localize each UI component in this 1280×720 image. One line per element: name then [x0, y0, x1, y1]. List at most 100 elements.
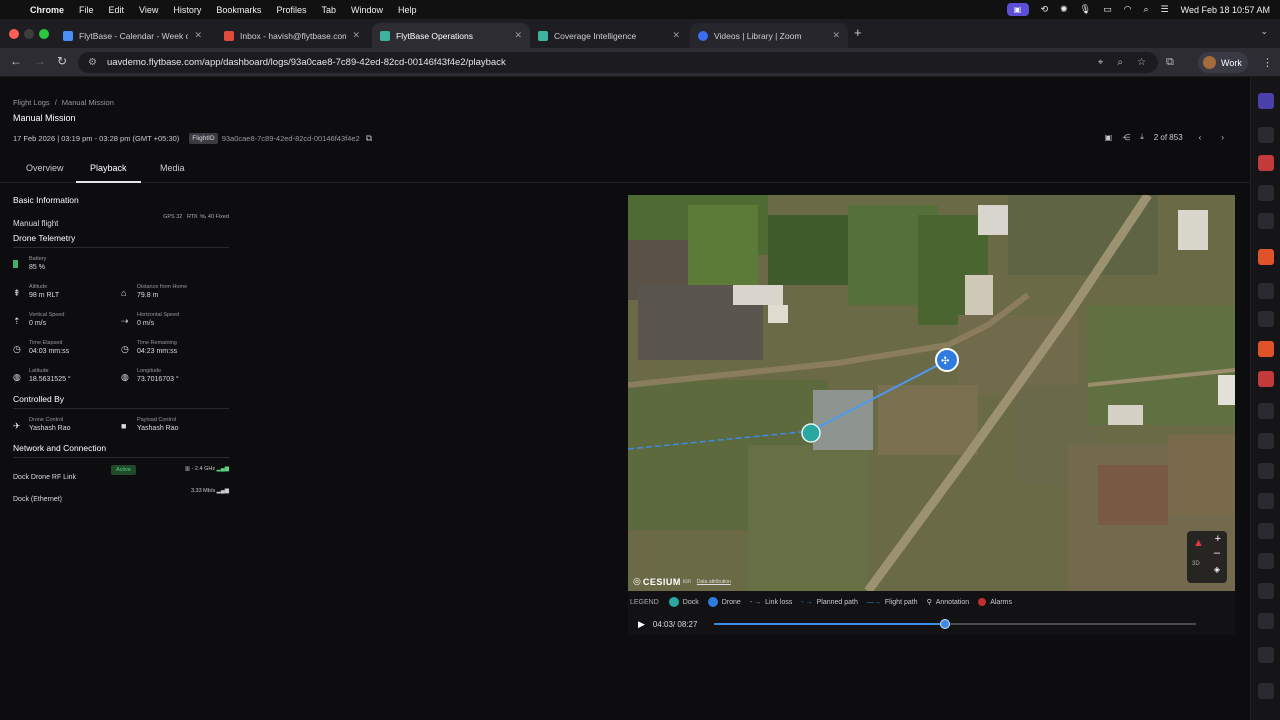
wifi-icon[interactable]: ◠ — [1124, 4, 1132, 15]
close-tab-icon[interactable]: ✕ — [352, 30, 360, 41]
clock-icon: ◷ — [121, 344, 129, 354]
menu-view[interactable]: View — [139, 5, 158, 15]
drone-icon — [707, 597, 718, 607]
app-icon[interactable] — [1258, 683, 1274, 699]
battery-icon[interactable]: ▭ — [1103, 4, 1112, 15]
mic-icon[interactable]: 🎙 — [1080, 4, 1091, 15]
download-icon[interactable]: ⤓ — [1140, 132, 1144, 142]
menu-bookmarks[interactable]: Bookmarks — [216, 5, 261, 15]
app-icon[interactable] — [1258, 93, 1274, 109]
new-tab-button[interactable]: + — [854, 25, 862, 40]
gmail-icon — [224, 30, 234, 41]
flytbase-icon — [380, 30, 390, 41]
app-icon[interactable] — [1258, 283, 1274, 299]
menu-history[interactable]: History — [173, 5, 201, 15]
clock[interactable]: Wed Feb 18 10:57 AM — [1181, 5, 1270, 15]
browser-toolbar: ← → ↻ ⚙ uavdemo.flytbase.com/app/dashboa… — [0, 48, 1280, 77]
prev-log-button[interactable]: ‹ — [1199, 133, 1202, 142]
control-center-icon[interactable]: ☰ — [1161, 4, 1169, 15]
app-icon[interactable] — [1258, 311, 1274, 327]
profile-button[interactable]: Work — [1198, 52, 1248, 73]
search-icon[interactable]: ⌕ — [1143, 4, 1148, 15]
notification-icon[interactable] — [1258, 155, 1274, 171]
app-icon[interactable] — [1258, 127, 1274, 143]
zoom-lens-icon[interactable]: ⌕ — [1117, 57, 1123, 68]
close-tab-icon[interactable]: ✕ — [514, 30, 522, 41]
close-window-button[interactable] — [9, 29, 19, 39]
scrubber-handle[interactable] — [940, 619, 951, 629]
app-icon[interactable] — [1258, 463, 1274, 479]
app-icon[interactable] — [1258, 185, 1274, 201]
app-icon[interactable] — [1258, 553, 1274, 569]
close-tab-icon[interactable]: ✕ — [832, 30, 840, 41]
tab-calendar[interactable]: FlytBase - Calendar - Week o ✕ — [55, 23, 210, 48]
drone-control-value: Yashash Rao — [29, 425, 71, 432]
maximize-window-button[interactable] — [39, 29, 49, 39]
breadcrumb-flight-logs[interactable]: Flight Logs — [13, 98, 50, 107]
tab-zoom[interactable]: Videos | Library | Zoom ✕ — [690, 23, 848, 48]
layers-icon[interactable]: ◈ — [1214, 565, 1220, 574]
menu-window[interactable]: Window — [351, 5, 383, 15]
zoom-in-button[interactable]: + — [1215, 533, 1221, 545]
legend-drone: Drone — [707, 597, 741, 607]
share-icon[interactable]: ⋲ — [1122, 133, 1130, 142]
tab-overview[interactable]: Overview — [26, 163, 64, 173]
app-icon[interactable] — [1258, 583, 1274, 599]
menu-profiles[interactable]: Profiles — [276, 5, 306, 15]
menu-tab[interactable]: Tab — [321, 5, 336, 15]
app-icon[interactable] — [1258, 493, 1274, 509]
menu-file[interactable]: File — [79, 5, 94, 15]
app-icon[interactable] — [1258, 213, 1274, 229]
chrome-menu-icon[interactable]: ⋮ — [1262, 56, 1273, 69]
reload-button[interactable]: ↻ — [57, 54, 67, 68]
address-bar[interactable]: ⚙ uavdemo.flytbase.com/app/dashboard/log… — [78, 52, 1158, 73]
page-title: Manual Mission — [13, 113, 76, 123]
tab-search-icon[interactable]: ⌄ — [1260, 26, 1268, 37]
forward-button[interactable]: → — [34, 54, 46, 68]
save-icon[interactable]: ▣ — [1105, 133, 1113, 142]
drone-control-icon: ✈ — [13, 421, 21, 431]
alert-icon[interactable] — [1258, 249, 1274, 265]
app-icon[interactable] — [1258, 523, 1274, 539]
ethernet-row: Dock (Ethernet) 3.33 Mb/s ▂▄▆ — [13, 488, 229, 508]
app-icon[interactable] — [1258, 403, 1274, 419]
close-tab-icon[interactable]: ✕ — [194, 30, 202, 41]
app-icon[interactable] — [1258, 433, 1274, 449]
sync-icon[interactable]: ⟲ — [1041, 4, 1049, 15]
play-button[interactable]: ▶ — [638, 619, 645, 630]
compass-icon[interactable]: ▲ — [1193, 537, 1204, 549]
tab-media[interactable]: Media — [160, 163, 185, 173]
legend-title: LEGEND — [630, 598, 659, 606]
next-log-button[interactable]: › — [1221, 133, 1224, 142]
extensions-icon[interactable]: ⧉ — [1166, 56, 1174, 69]
minimize-window-button[interactable] — [24, 29, 34, 39]
brightness-icon[interactable]: ✺ — [1060, 4, 1068, 15]
app-icon[interactable] — [1258, 613, 1274, 629]
menu-edit[interactable]: Edit — [109, 5, 125, 15]
ethernet-value: 3.33 Mb/s — [190, 488, 216, 494]
playback-time: 04:03/ 08:27 — [652, 619, 698, 629]
copy-icon[interactable]: ⧉ — [366, 133, 372, 144]
tab-playback[interactable]: Playback — [90, 163, 127, 173]
tab-gmail[interactable]: Inbox - havish@flytbase.com ✕ — [216, 23, 368, 48]
fire-icon[interactable] — [1258, 341, 1274, 357]
record-icon[interactable] — [1258, 371, 1274, 387]
site-info-icon[interactable]: ⚙ — [88, 57, 97, 68]
menu-app[interactable]: Chrome — [30, 5, 64, 15]
playback-scrubber[interactable] — [714, 619, 1196, 629]
map-view[interactable]: ✣ ◎ CESIUM ion Data attribution ▲ + – 3D… — [628, 195, 1235, 591]
data-attribution-link[interactable]: Data attribution — [697, 579, 731, 585]
zoom-out-button[interactable]: – — [1214, 547, 1220, 559]
dock-marker[interactable] — [801, 423, 821, 443]
tab-coverage-intelligence[interactable]: Coverage Intelligence ✕ — [530, 23, 688, 48]
bookmark-star-icon[interactable]: ☆ — [1137, 57, 1146, 68]
screen-share-icon[interactable]: ▣ — [1006, 3, 1029, 16]
view-mode-button[interactable]: 3D — [1192, 561, 1200, 567]
back-button[interactable]: ← — [10, 54, 22, 68]
close-tab-icon[interactable]: ✕ — [672, 30, 680, 41]
app-icon[interactable] — [1258, 647, 1274, 663]
altitude-label: Altitude — [29, 284, 48, 290]
tab-flytbase-operations[interactable]: FlytBase Operations ✕ — [372, 23, 530, 48]
menu-help[interactable]: Help — [398, 5, 417, 15]
location-icon[interactable]: ⌖ — [1098, 57, 1104, 68]
